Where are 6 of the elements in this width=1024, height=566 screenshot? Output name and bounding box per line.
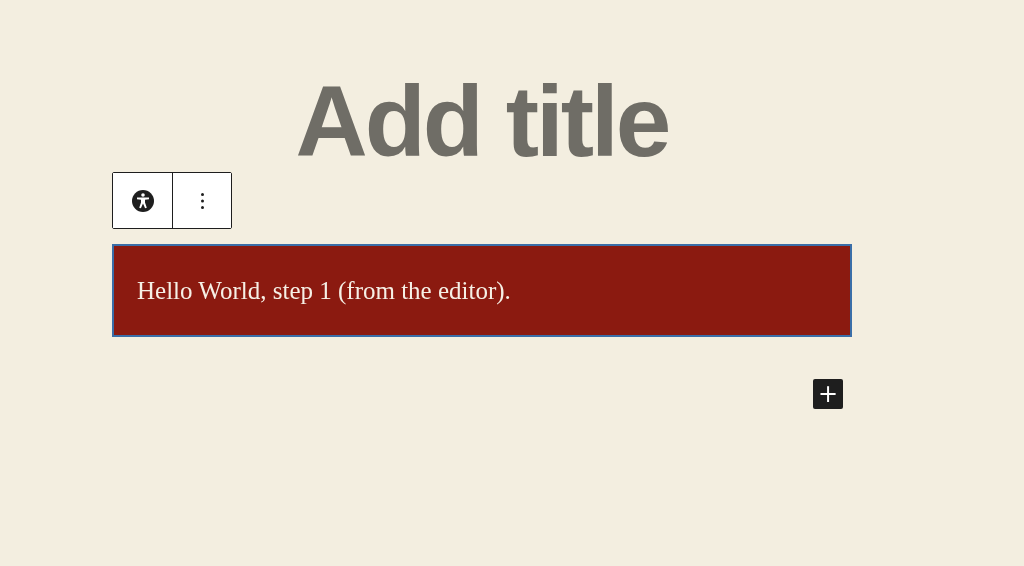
paragraph-block[interactable]: Hello World, step 1 (from the editor). <box>112 244 852 337</box>
add-block-button[interactable]: + <box>813 379 843 409</box>
title-field[interactable]: Add title <box>112 70 852 172</box>
more-options-button[interactable] <box>172 173 231 228</box>
accessibility-icon <box>130 188 155 213</box>
more-options-icon <box>200 192 204 209</box>
